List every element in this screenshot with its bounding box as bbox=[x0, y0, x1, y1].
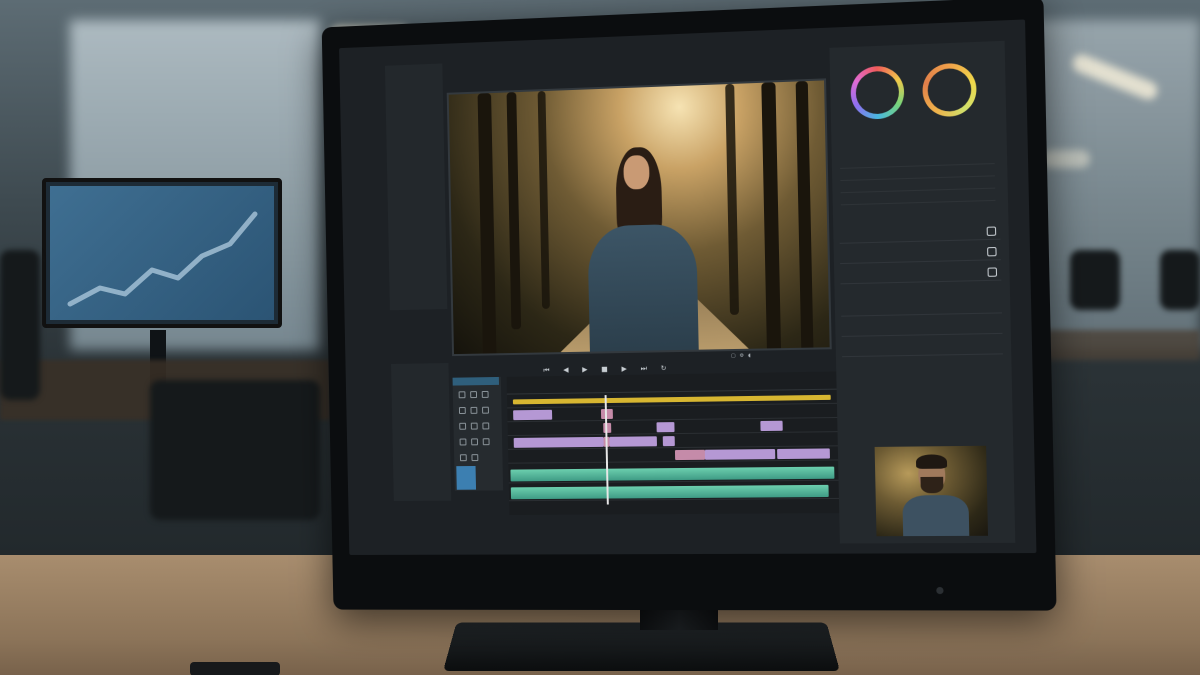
man-jacket bbox=[902, 495, 969, 536]
audio-clip[interactable] bbox=[511, 485, 829, 499]
media-pool-item[interactable] bbox=[391, 81, 437, 83]
lift-color-wheel[interactable] bbox=[850, 65, 904, 120]
param-row[interactable] bbox=[841, 191, 996, 206]
pen-tool-icon[interactable] bbox=[482, 422, 489, 429]
monitor: ⏮ ◀ ▶ ■ ▶ ⏭ ↻ ▢ ⚙ ◖ bbox=[322, 0, 1057, 611]
layer-row[interactable] bbox=[841, 318, 1002, 337]
track-mute-icon[interactable] bbox=[471, 454, 478, 461]
tree-trunk bbox=[761, 82, 781, 352]
zoom-tool-icon[interactable] bbox=[471, 423, 478, 430]
effect-row[interactable] bbox=[840, 264, 1001, 284]
bin-item[interactable] bbox=[397, 377, 443, 378]
audio-clip[interactable] bbox=[510, 467, 834, 482]
audio-track-row bbox=[508, 464, 844, 483]
bin-panel bbox=[391, 363, 451, 501]
slip-tool-icon[interactable] bbox=[459, 407, 466, 414]
slide-tool-icon[interactable] bbox=[470, 407, 477, 414]
viewer-controls: ▢ ⚙ ◖ bbox=[731, 353, 751, 359]
man-beard bbox=[920, 477, 943, 493]
effect-row[interactable] bbox=[840, 244, 1001, 264]
clip-thumbnail[interactable] bbox=[456, 466, 476, 490]
layer-row[interactable] bbox=[842, 338, 1003, 357]
timeline-clip[interactable] bbox=[514, 437, 604, 448]
media-pool-item[interactable] bbox=[391, 81, 437, 83]
track-row bbox=[508, 420, 844, 436]
tools-tab[interactable] bbox=[453, 377, 499, 386]
bin-item[interactable] bbox=[397, 369, 443, 370]
loop-icon[interactable]: ↻ bbox=[661, 364, 667, 373]
play-icon[interactable]: ▶ bbox=[582, 366, 587, 375]
media-pool-item[interactable] bbox=[391, 81, 437, 83]
skip-forward-icon[interactable]: ⏭ bbox=[641, 365, 647, 374]
timeline-clip[interactable] bbox=[513, 410, 552, 420]
settings-icon[interactable]: ⚙ bbox=[740, 353, 745, 359]
track-lock-icon[interactable] bbox=[460, 454, 467, 461]
tree-trunk bbox=[507, 92, 522, 329]
step-forward-icon[interactable]: ▶ bbox=[621, 365, 627, 374]
background-monitor bbox=[42, 178, 282, 328]
link-tool-icon[interactable] bbox=[483, 438, 490, 445]
volume-icon[interactable]: ◖ bbox=[748, 353, 751, 359]
bin-item[interactable] bbox=[397, 377, 443, 378]
woman-jacket bbox=[587, 224, 698, 356]
blade-tool-icon[interactable] bbox=[470, 391, 477, 398]
timeline-clip[interactable] bbox=[513, 395, 831, 405]
power-indicator bbox=[936, 587, 943, 594]
skip-back-icon[interactable]: ⏮ bbox=[543, 366, 549, 375]
background-chair bbox=[1160, 250, 1200, 310]
select-tool-icon[interactable] bbox=[459, 391, 466, 398]
tree-trunk bbox=[796, 81, 814, 352]
tree-trunk bbox=[538, 91, 550, 309]
background-chair bbox=[150, 380, 320, 520]
effect-toggle-icon[interactable] bbox=[987, 226, 997, 235]
timeline-clip[interactable] bbox=[777, 448, 830, 459]
media-pool-item[interactable] bbox=[391, 72, 437, 74]
media-pool-item[interactable] bbox=[391, 81, 437, 83]
timeline-panel[interactable] bbox=[507, 371, 846, 515]
effect-toggle-icon[interactable] bbox=[987, 247, 997, 256]
color-wheel-center bbox=[927, 68, 971, 112]
effect-row[interactable] bbox=[839, 223, 1000, 244]
inspector-clip-preview[interactable] bbox=[875, 446, 988, 536]
hand-tool-icon[interactable] bbox=[459, 423, 466, 430]
timeline-clip[interactable] bbox=[663, 436, 675, 446]
bin-item[interactable] bbox=[397, 377, 443, 378]
layer-row[interactable] bbox=[841, 297, 1002, 317]
ceiling-light bbox=[1040, 150, 1090, 168]
audio-track-row bbox=[509, 483, 845, 502]
tree-trunk bbox=[725, 84, 739, 315]
background-monitor-screen bbox=[50, 186, 274, 320]
fullscreen-icon[interactable]: ▢ bbox=[731, 353, 736, 359]
media-pool-panel bbox=[385, 63, 447, 310]
trim-tool-icon[interactable] bbox=[482, 391, 489, 398]
marker-tool-icon[interactable] bbox=[471, 438, 478, 445]
woman-face bbox=[623, 155, 649, 190]
media-pool-item[interactable] bbox=[391, 81, 437, 83]
background-chair bbox=[1070, 250, 1120, 310]
background-chair bbox=[0, 250, 40, 400]
effect-toggle-icon[interactable] bbox=[988, 267, 998, 276]
step-back-icon[interactable]: ◀ bbox=[563, 366, 568, 375]
timeline-clip[interactable] bbox=[609, 436, 657, 447]
background-line-chart bbox=[50, 186, 274, 320]
track-row bbox=[508, 448, 844, 463]
timeline-clip[interactable] bbox=[656, 422, 674, 432]
gain-color-wheel[interactable] bbox=[922, 62, 977, 117]
text-tool-icon[interactable] bbox=[460, 439, 467, 446]
media-pool-item[interactable] bbox=[391, 81, 437, 83]
program-viewer[interactable] bbox=[447, 78, 832, 356]
color-inspector-panel bbox=[829, 41, 1015, 544]
track-row bbox=[508, 434, 844, 450]
video-editor-screen: ⏮ ◀ ▶ ■ ▶ ⏭ ↻ ▢ ⚙ ◖ bbox=[339, 19, 1036, 555]
timeline-clip[interactable] bbox=[705, 449, 775, 460]
menu-bar bbox=[385, 26, 879, 66]
tree-trunk bbox=[478, 93, 497, 356]
timeline-clip[interactable] bbox=[760, 421, 782, 431]
color-wheel-center bbox=[855, 71, 899, 115]
ripple-tool-icon[interactable] bbox=[482, 407, 489, 414]
keyboard bbox=[190, 662, 280, 675]
stop-icon[interactable]: ■ bbox=[601, 365, 608, 374]
man-hair bbox=[916, 454, 947, 469]
timeline-clip[interactable] bbox=[675, 450, 705, 460]
